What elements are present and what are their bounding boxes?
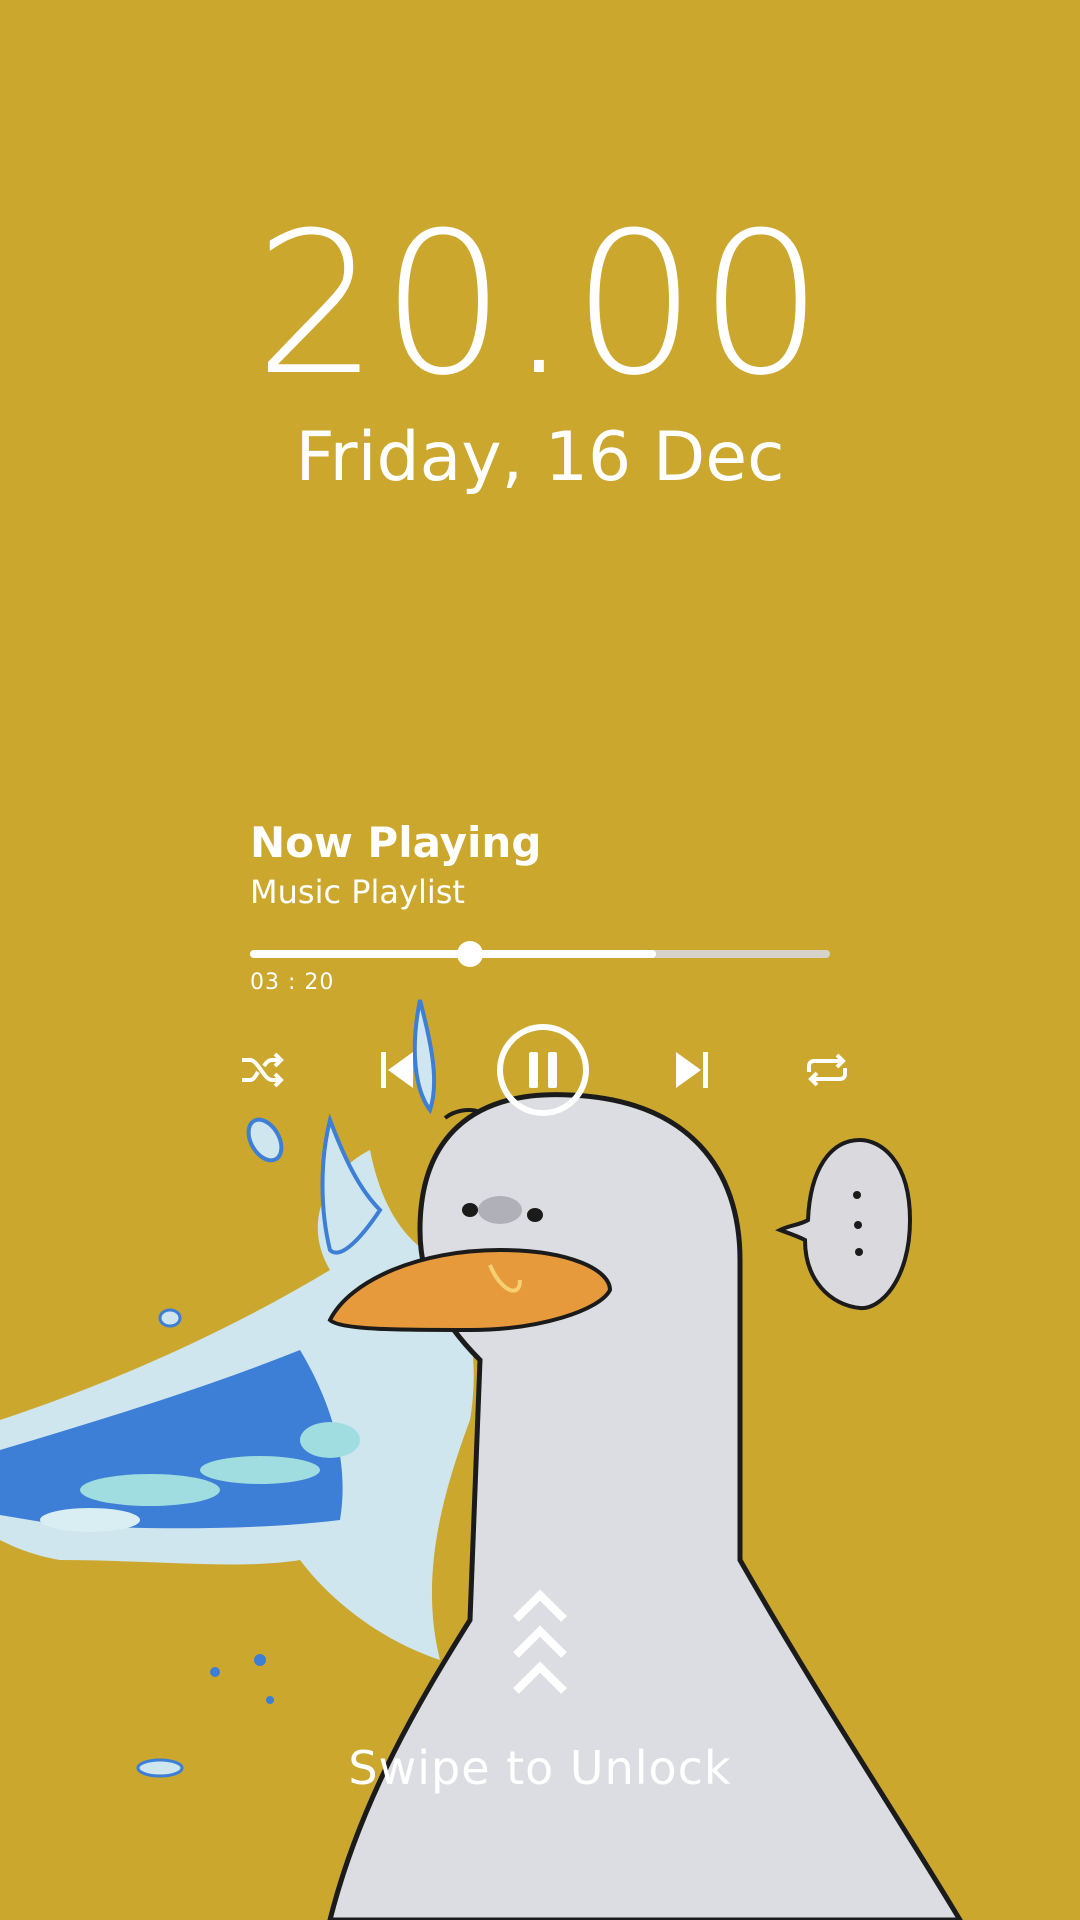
swipe-to-unlock[interactable]: Swipe to Unlock — [0, 1585, 1080, 1795]
chevrons-up-icon — [513, 1589, 567, 1694]
lockscreen-time: 20.00 — [254, 191, 826, 419]
shuffle-button[interactable] — [230, 1020, 294, 1120]
lockscreen-date: Friday, 16 Dec — [295, 418, 785, 497]
skip-next-icon — [676, 1052, 708, 1088]
previous-button[interactable] — [365, 1020, 429, 1120]
media-player-widget: Now Playing Music Playlist 03 : 20 — [250, 815, 830, 995]
pause-button[interactable] — [493, 1020, 593, 1120]
progress-fill — [250, 950, 656, 958]
pause-circle-icon — [497, 1024, 589, 1116]
swipe-to-unlock-label: Swipe to Unlock — [348, 1741, 732, 1795]
now-playing-subtitle: Music Playlist — [250, 873, 465, 911]
repeat-icon — [807, 1053, 847, 1087]
skip-previous-icon — [381, 1052, 413, 1088]
next-button[interactable] — [660, 1020, 724, 1120]
playback-controls — [230, 1020, 850, 1120]
repeat-button[interactable] — [795, 1020, 859, 1120]
now-playing-title: Now Playing — [250, 818, 542, 867]
playback-progress-bar[interactable] — [250, 941, 830, 967]
shuffle-icon — [242, 1052, 284, 1088]
elapsed-time: 03 : 20 — [250, 970, 335, 995]
